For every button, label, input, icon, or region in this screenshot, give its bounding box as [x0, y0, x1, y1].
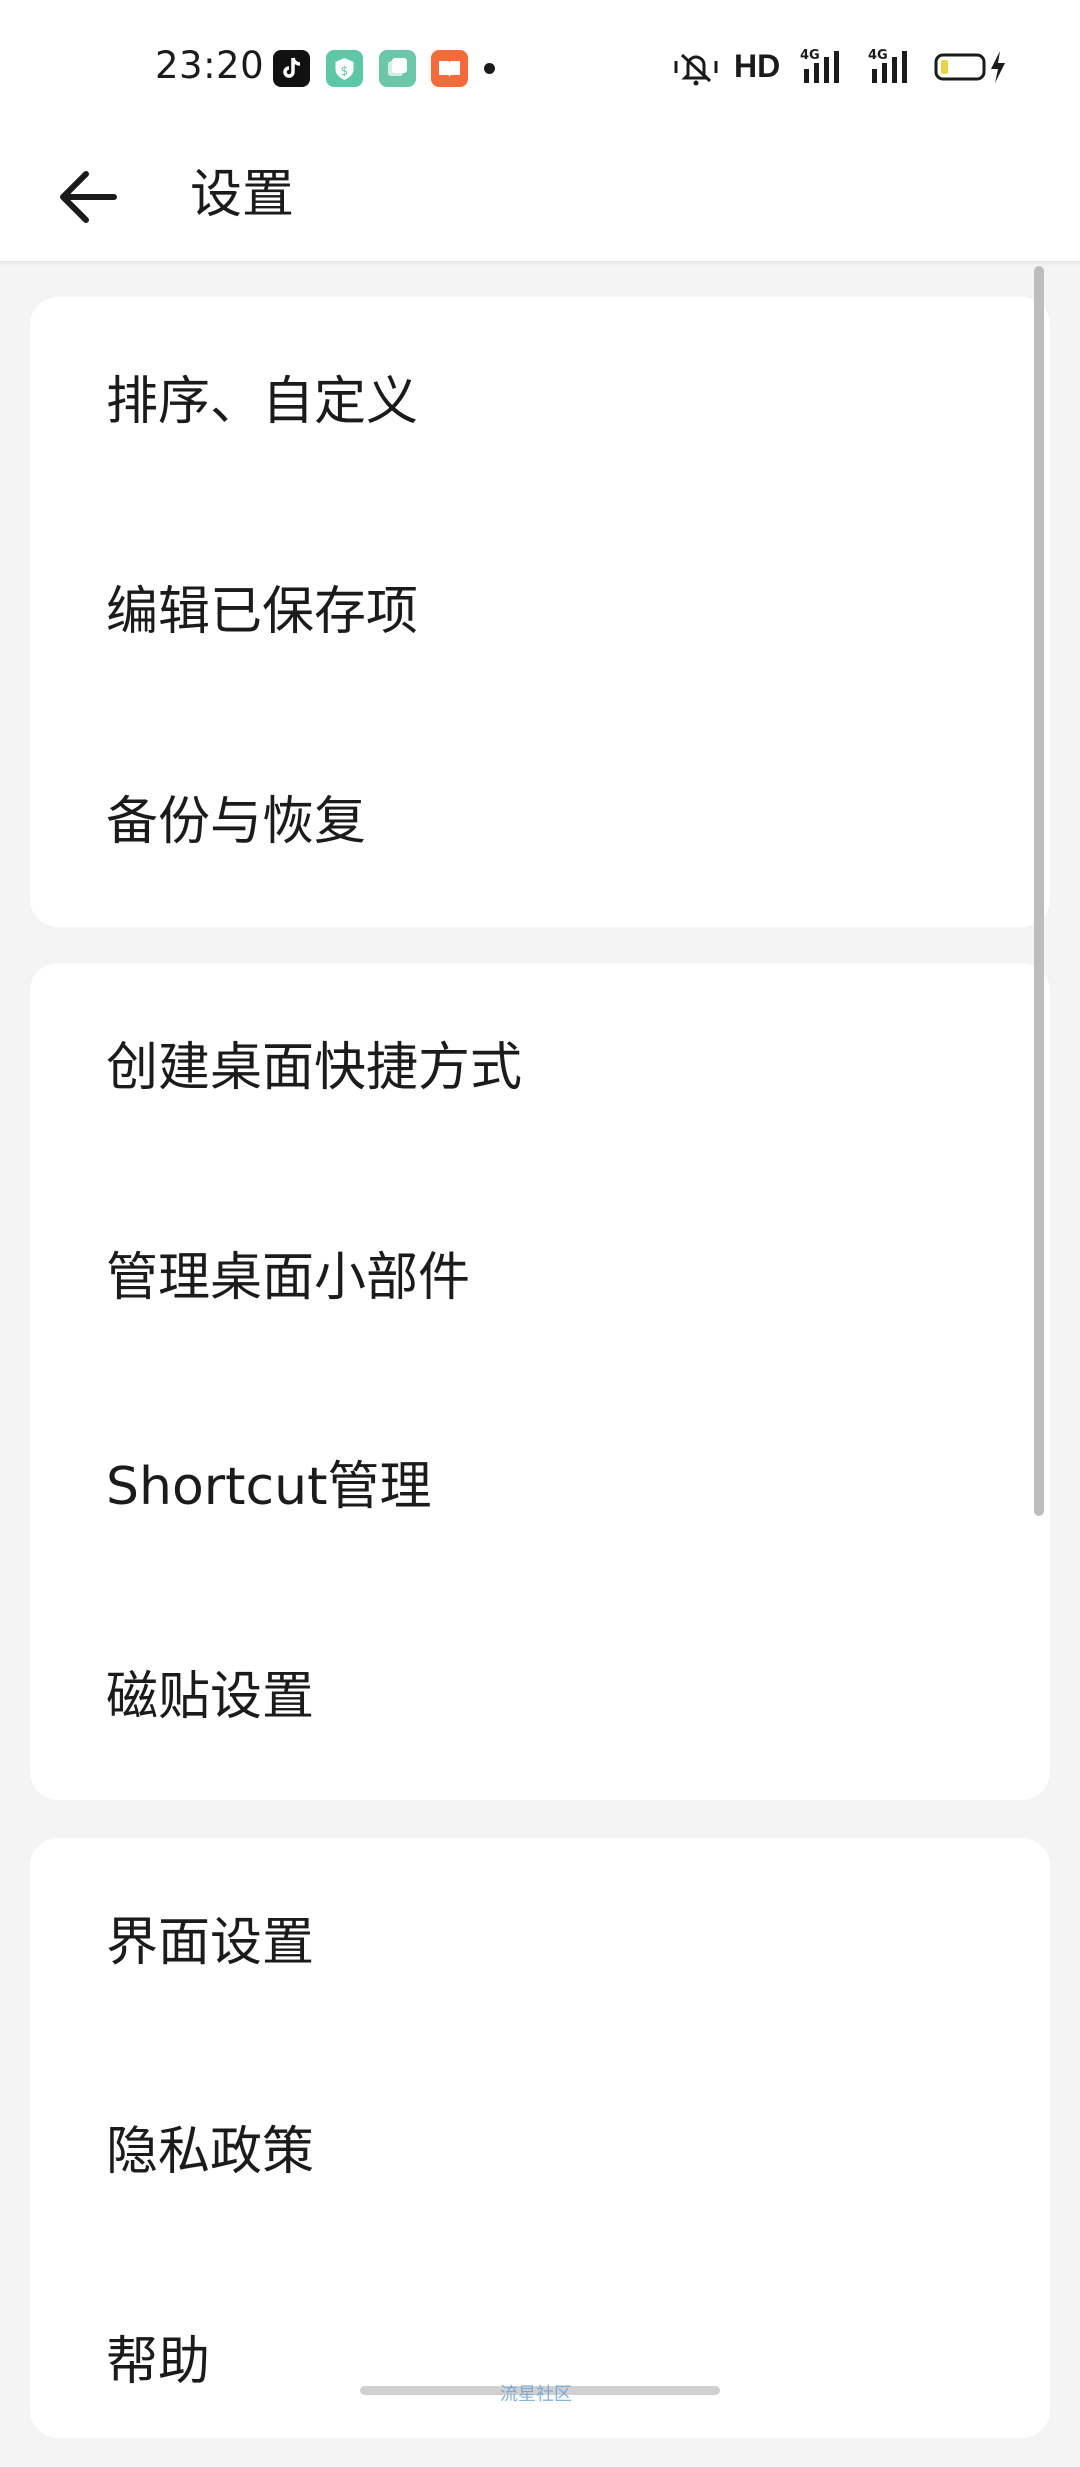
tiktok-icon: [273, 50, 310, 87]
settings-group-desktop: 创建桌面快捷方式 管理桌面小部件 Shortcut管理 磁贴设置: [30, 963, 1050, 1800]
hd-indicator: HD: [734, 48, 781, 84]
svg-text:4G: 4G: [868, 48, 888, 63]
back-button[interactable]: [44, 152, 134, 242]
svg-text:$: $: [341, 64, 349, 78]
settings-item-create-shortcut[interactable]: 创建桌面快捷方式: [30, 963, 1050, 1173]
settings-item-label: Shortcut管理: [106, 1457, 432, 1517]
svg-text:4G: 4G: [800, 48, 820, 63]
settings-item-label: 隐私政策: [106, 2122, 315, 2182]
settings-item-label: 排序、自定义: [106, 372, 419, 432]
battery-charging-icon: [934, 45, 1014, 89]
scrollbar[interactable]: [1034, 266, 1044, 1516]
settings-item-label: 备份与恢复: [106, 792, 367, 852]
shield-app-icon: $: [326, 50, 363, 87]
status-bar: 23:20 $ HD 4G 4G: [0, 0, 1080, 130]
settings-item-edit-saved[interactable]: 编辑已保存项: [30, 507, 1050, 717]
settings-item-manage-widgets[interactable]: 管理桌面小部件: [30, 1173, 1050, 1383]
settings-group-general: 界面设置 隐私政策 帮助: [30, 1838, 1050, 2438]
gallery-app-icon: [379, 50, 416, 87]
settings-item-interface[interactable]: 界面设置: [30, 1838, 1050, 2048]
signal-4g-icon-2: 4G: [862, 45, 920, 89]
notification-dot: [484, 63, 495, 74]
arrow-left-icon: [60, 171, 117, 223]
settings-item-label: 界面设置: [106, 1913, 315, 1973]
vibrate-mute-icon: [672, 45, 720, 89]
settings-item-label: 帮助: [106, 2332, 211, 2392]
settings-item-shortcut-manage[interactable]: Shortcut管理: [30, 1382, 1050, 1592]
signal-4g-icon: 4G: [800, 45, 850, 89]
page-title: 设置: [190, 165, 295, 225]
settings-item-label: 编辑已保存项: [106, 582, 419, 642]
book-app-icon: [431, 50, 468, 87]
settings-item-backup-restore[interactable]: 备份与恢复: [30, 717, 1050, 927]
settings-group-data: 排序、自定义 编辑已保存项 备份与恢复: [30, 297, 1050, 927]
settings-item-help[interactable]: 帮助: [30, 2257, 1050, 2467]
settings-item-tile-settings[interactable]: 磁贴设置: [30, 1592, 1050, 1802]
app-bar: 设置: [0, 130, 1080, 262]
settings-item-sort-customize[interactable]: 排序、自定义: [30, 297, 1050, 507]
settings-item-label: 创建桌面快捷方式: [106, 1038, 523, 1098]
watermark-text: 流星社区: [500, 2384, 572, 2405]
settings-item-label: 磁贴设置: [106, 1667, 315, 1727]
status-time: 23:20: [155, 44, 265, 87]
settings-item-privacy-policy[interactable]: 隐私政策: [30, 2047, 1050, 2257]
settings-item-label: 管理桌面小部件: [106, 1248, 471, 1308]
